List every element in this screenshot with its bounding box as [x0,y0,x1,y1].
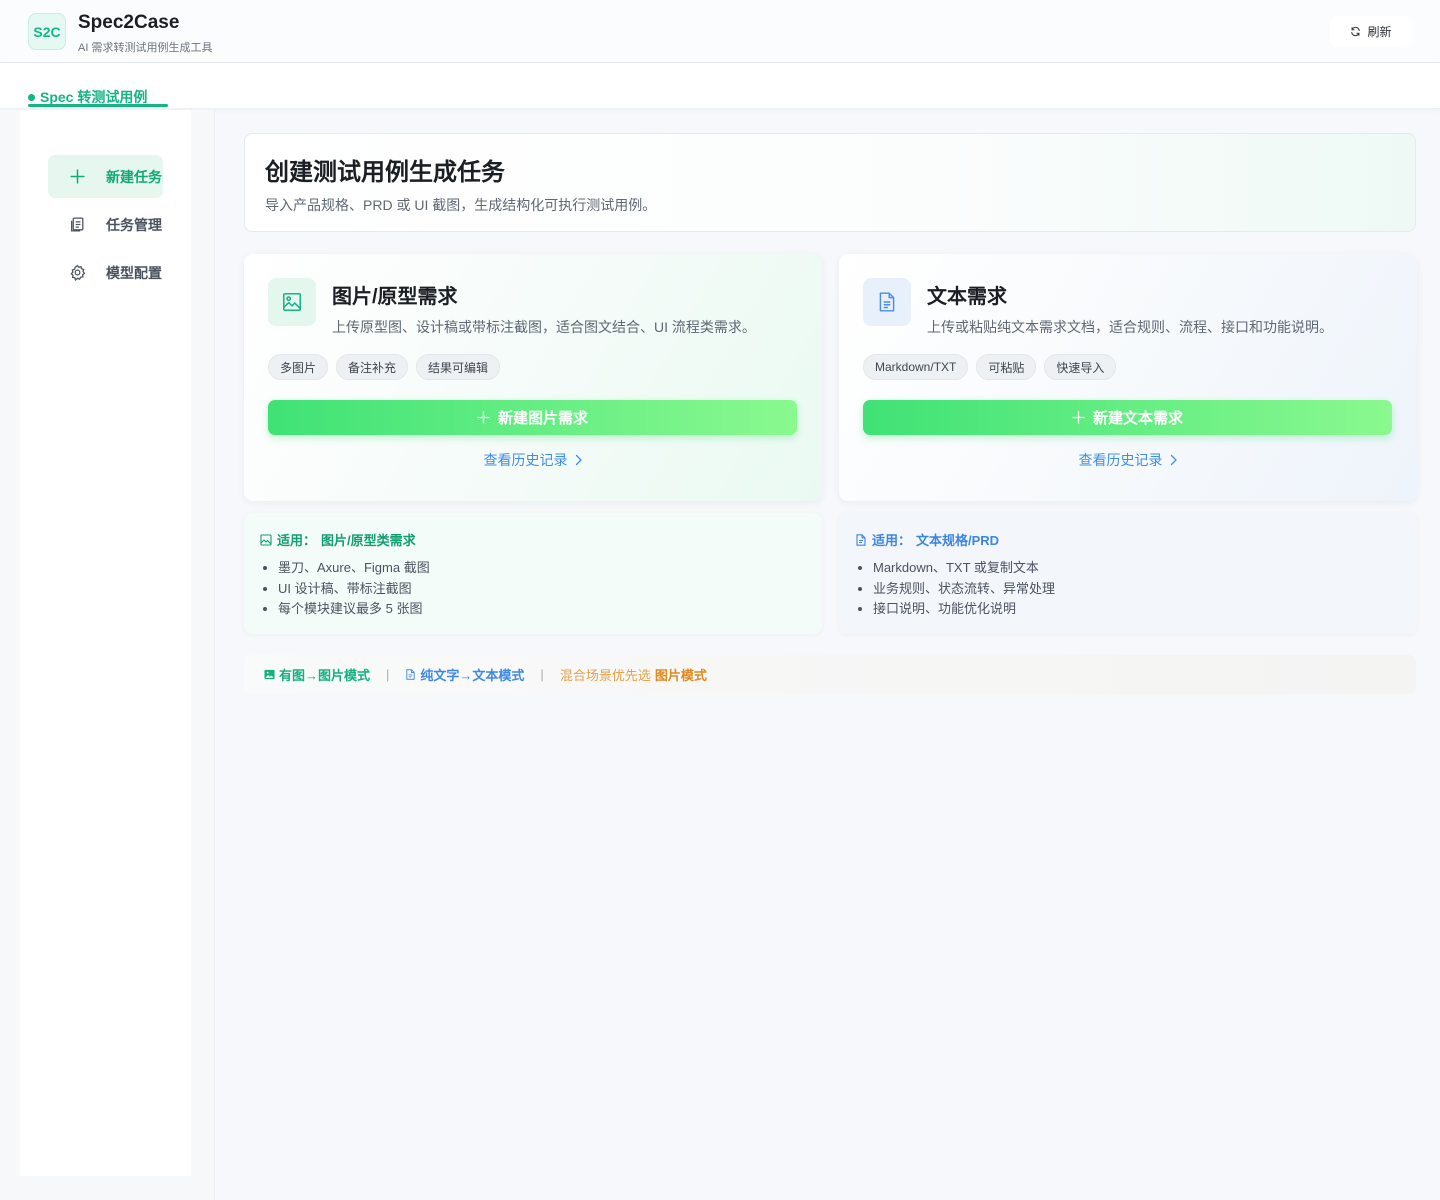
mixed-mode-hint: 混合场景优先选 图片模式 [560,665,707,684]
app-subtitle: AI 需求转测试用例生成工具 [78,42,213,54]
tab-bar: Spec 转测试用例 [0,63,1440,109]
tag-chip: 备注补充 [336,354,409,380]
refresh-icon [1351,26,1361,37]
hint-separator: | [386,667,390,682]
text-mode-title: 文本需求 [927,286,1007,308]
list-item: 接口说明、功能优化说明 [873,599,1055,620]
text-mode-tags: Markdown/TXT 可粘贴 快速导入 [863,354,1117,380]
chevron-right-icon [575,454,582,466]
text-history-link[interactable]: 查看历史记录 [839,450,1417,470]
hint-separator: | [540,667,544,682]
image-mode-card: 图片/原型需求 上传原型图、设计稿或带标注截图，适合图文结合、UI 流程类需求。… [244,254,822,501]
text-mode-card: 文本需求 上传或粘贴纯文本需求文档，适合规则、流程、接口和功能说明。 Markd… [839,254,1417,501]
image-hint-label: 有图→图片模式 [279,668,371,683]
image-mode-description: 上传原型图、设计稿或带标注截图，适合图文结合、UI 流程类需求。 [332,319,756,335]
plus-icon [69,169,85,184]
file-text-icon [879,292,895,312]
info-prefix: 适用： [277,533,317,548]
info-heading: 图片/原型类需求 [321,533,416,548]
create-image-requirement-button[interactable]: 新建图片需求 [268,400,797,435]
page-title: 创建测试用例生成任务 [265,159,505,186]
create-text-requirement-button[interactable]: 新建文本需求 [863,400,1392,435]
image-mode-title: 图片/原型需求 [332,286,458,308]
list-item: UI 设计稿、带标注截图 [278,579,430,600]
image-usage-info: 适用： 图片/原型类需求 墨刀、Axure、Figma 截图 UI 设计稿、带标注… [244,513,822,634]
mixed-hint-emphasis: 图片模式 [654,668,707,683]
image-icon [264,669,275,680]
sidebar-item-label: 任务管理 [106,216,162,233]
history-label: 查看历史记录 [1078,452,1163,468]
image-icon [282,292,302,312]
page-description: 导入产品规格、PRD 或 UI 截图，生成结构化可执行测试用例。 [265,197,657,213]
list-item: 墨刀、Axure、Figma 截图 [278,558,430,579]
plus-icon [1072,411,1085,424]
document-stack-icon [70,217,83,232]
tab-active-underline [28,104,168,107]
image-mode-icon-box [268,278,316,326]
app-header: S2C Spec2Case AI 需求转测试用例生成工具 刷新 [0,0,1440,63]
list-item: 业务规则、状态流转、异常处理 [873,579,1055,600]
mode-hint-bar: 有图→图片模式 | 纯文字→文本模式 | 混合场景优先选 图片模式 [244,655,1416,694]
sidebar-item-new-task[interactable]: 新建任务 [48,155,163,198]
tag-chip: Markdown/TXT [863,354,969,380]
text-usage-list: Markdown、TXT 或复制文本 业务规则、状态流转、异常处理 接口说明、功… [873,558,1055,620]
text-hint-label: 纯文字→文本模式 [420,668,525,683]
text-usage-info: 适用： 文本规格/PRD Markdown、TXT 或复制文本 业务规则、状态流转… [839,513,1417,634]
gear-icon [69,264,85,281]
image-mode-hint: 有图→图片模式 [264,665,370,684]
chevron-right-icon [1170,454,1177,466]
tag-chip: 多图片 [268,354,329,380]
list-item: 每个模块建议最多 5 张图 [278,599,430,620]
image-icon [260,533,272,546]
create-image-label: 新建图片需求 [497,410,588,427]
app-logo: S2C [28,13,66,50]
list-item: Markdown、TXT 或复制文本 [873,558,1055,579]
text-mode-hint: 纯文字→文本模式 [405,665,524,684]
tag-chip: 结果可编辑 [416,354,501,380]
info-heading: 文本规格/PRD [916,533,1000,548]
info-prefix: 适用： [872,533,912,548]
sidebar-item-task-management[interactable]: 任务管理 [48,203,163,246]
image-history-link[interactable]: 查看历史记录 [244,450,822,470]
sidebar-item-label: 新建任务 [106,168,162,185]
image-mode-tags: 多图片 备注补充 结果可编辑 [268,354,501,380]
image-usage-title: 适用： 图片/原型类需求 [260,530,416,549]
text-mode-icon-box [863,278,911,326]
app-title: Spec2Case [78,12,180,33]
file-text-icon [406,669,416,680]
create-text-label: 新建文本需求 [1092,410,1183,427]
sidebar-item-model-config[interactable]: 模型配置 [48,251,163,294]
history-label: 查看历史记录 [483,452,568,468]
plus-icon [477,411,490,424]
image-usage-list: 墨刀、Axure、Figma 截图 UI 设计稿、带标注截图 每个模块建议最多 … [278,558,430,620]
tag-chip: 可粘贴 [976,354,1037,380]
mixed-hint-prefix: 混合场景优先选 [559,668,651,683]
refresh-button[interactable]: 刷新 [1330,16,1412,47]
refresh-label: 刷新 [1367,25,1392,39]
tab-status-dot [28,93,35,101]
sidebar-item-label: 模型配置 [106,264,162,281]
tag-chip: 快速导入 [1044,354,1117,380]
text-mode-description: 上传或粘贴纯文本需求文档，适合规则、流程、接口和功能说明。 [927,319,1333,335]
text-usage-title: 适用： 文本规格/PRD [855,530,999,549]
file-text-icon [856,533,866,546]
